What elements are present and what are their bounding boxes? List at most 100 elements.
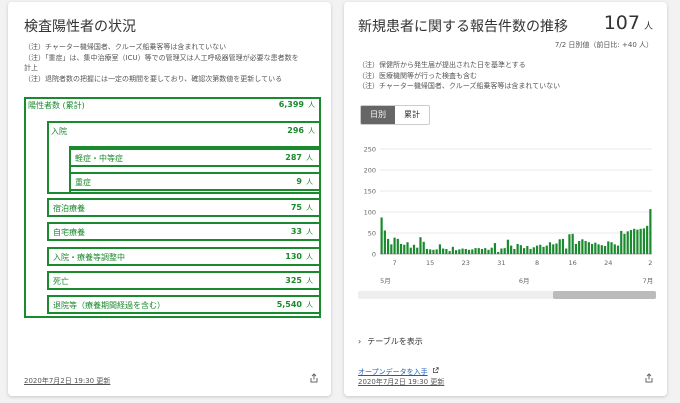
bar <box>467 249 471 254</box>
bar <box>565 248 568 254</box>
bar <box>429 249 432 254</box>
bar <box>461 248 464 254</box>
row-value: 75 人 <box>290 203 313 212</box>
note-line: （注）医療機関等が行った検査も含む <box>358 71 477 80</box>
share-icon[interactable] <box>309 373 319 383</box>
bar <box>649 209 652 254</box>
bar <box>425 248 429 254</box>
row-value: 325 人 <box>285 276 313 285</box>
bar <box>451 246 454 254</box>
chevron-right-icon: › <box>358 337 362 346</box>
bar <box>526 246 529 254</box>
bar <box>484 248 487 254</box>
bar <box>403 244 406 254</box>
bar <box>552 244 555 254</box>
y-tick-label: 150 <box>364 188 376 196</box>
bar <box>532 247 535 254</box>
row-value: 33 人 <box>290 227 313 236</box>
row-discharged: 退院等（療養期間経過を含む） 5,540 人 <box>47 295 321 314</box>
bar <box>399 243 403 254</box>
show-table-toggle[interactable]: › テーブルを表示 <box>358 336 423 347</box>
chart-scrollbar[interactable] <box>358 291 656 299</box>
note-line: 計上 <box>24 64 38 72</box>
bar <box>646 225 649 254</box>
note-line: （注）退院者数の把握には一定の期間を要しており、確認次第数値を更新している <box>24 74 283 83</box>
new-cases-card: 新規患者に関する報告件数の推移 107 人 7/2 日別値（前日比: +40 人）… <box>344 2 667 396</box>
positive-status-card: 検査陽性者の状況 （注）チャーター機帰国者、クルーズ船乗客等は含まれていない （… <box>8 2 331 396</box>
daily-count-caption: 7/2 日別値（前日比: +40 人） <box>554 41 653 49</box>
bar <box>487 249 490 254</box>
external-link-icon <box>432 367 439 374</box>
bar <box>477 248 480 254</box>
bar <box>522 248 526 254</box>
y-tick-label: 50 <box>368 230 376 238</box>
bar <box>584 240 587 254</box>
row-mild: 軽症・中等症 287 人 <box>69 148 321 167</box>
row-label: 入院・療養等調整中 <box>53 253 125 262</box>
scrollbar-thumb[interactable] <box>553 291 656 299</box>
bar <box>633 228 636 254</box>
card-title: 新規患者に関する報告件数の推移 <box>358 19 568 35</box>
notes: （注）チャーター機帰国者、クルーズ船乗客等は含まれていない （注）「重症」は、集… <box>24 42 299 84</box>
note-line: （注）「重症」は、集中治療室（ICU）等での管理又は人工呼吸器管理が必要な患者数… <box>24 53 299 62</box>
bar <box>500 248 503 254</box>
y-tick-label: 100 <box>364 209 376 217</box>
tab-cumulative[interactable]: 累計 <box>395 106 429 124</box>
bar <box>412 244 416 254</box>
bar <box>396 238 399 254</box>
bar <box>639 228 642 254</box>
row-value: 130 人 <box>285 252 313 261</box>
bar <box>458 249 461 254</box>
bar <box>629 230 633 254</box>
row-label: 陽性者数 (累計) <box>28 101 85 110</box>
bar <box>613 244 616 254</box>
bar <box>445 248 448 254</box>
row-home: 自宅療養 33 人 <box>47 222 321 241</box>
bar <box>438 244 442 254</box>
x-tick-label: 2 <box>648 259 652 267</box>
month-label: 7月 <box>643 277 654 285</box>
bar <box>393 237 396 254</box>
bar <box>516 243 519 254</box>
bar <box>535 245 539 254</box>
bar <box>610 242 613 254</box>
last-updated: 2020年7月2日 19:30 更新 <box>24 377 111 385</box>
bar <box>390 244 393 254</box>
bar <box>581 239 584 254</box>
last-updated: 2020年7月2日 19:30 更新 <box>358 378 445 386</box>
share-icon[interactable] <box>644 373 654 383</box>
bar <box>561 238 565 254</box>
bar <box>545 245 548 254</box>
x-tick-label: 31 <box>497 259 505 267</box>
row-value: 9人 <box>296 177 313 186</box>
bar <box>600 245 603 254</box>
row-value: 287 人 <box>285 153 313 162</box>
row-label: 重症 <box>75 178 91 187</box>
bar <box>590 243 594 254</box>
bar <box>616 245 620 254</box>
bar <box>380 217 383 254</box>
y-tick-label: 0 <box>372 251 376 259</box>
month-label: 5月 <box>380 277 391 285</box>
bar <box>406 242 409 254</box>
note-line: （注）チャーター機帰国者、クルーズ船乗客等は含まれていない <box>24 43 227 51</box>
notes: （注）保健所から発生届が提出された日を基準とする （注）医療機関等が行った検査も… <box>358 60 560 92</box>
row-label: 入院 <box>51 127 67 136</box>
row-label: 自宅療養 <box>53 228 85 237</box>
tab-daily[interactable]: 日別 <box>361 106 395 124</box>
bar <box>607 241 610 254</box>
bar <box>558 239 561 254</box>
row-hotel: 宿泊療養 75 人 <box>47 198 321 217</box>
bar <box>471 249 474 254</box>
row-label: 宿泊療養 <box>53 204 85 213</box>
bar <box>497 251 500 254</box>
bar <box>603 246 607 254</box>
bar <box>383 230 386 254</box>
bar <box>422 241 425 254</box>
bar <box>620 230 623 254</box>
bar <box>578 240 581 254</box>
bar <box>623 233 626 254</box>
bar <box>519 245 522 254</box>
open-data-link[interactable]: オープンデータを入手 <box>358 367 439 377</box>
row-hospitalized: 入院 296 人 <box>47 123 321 142</box>
